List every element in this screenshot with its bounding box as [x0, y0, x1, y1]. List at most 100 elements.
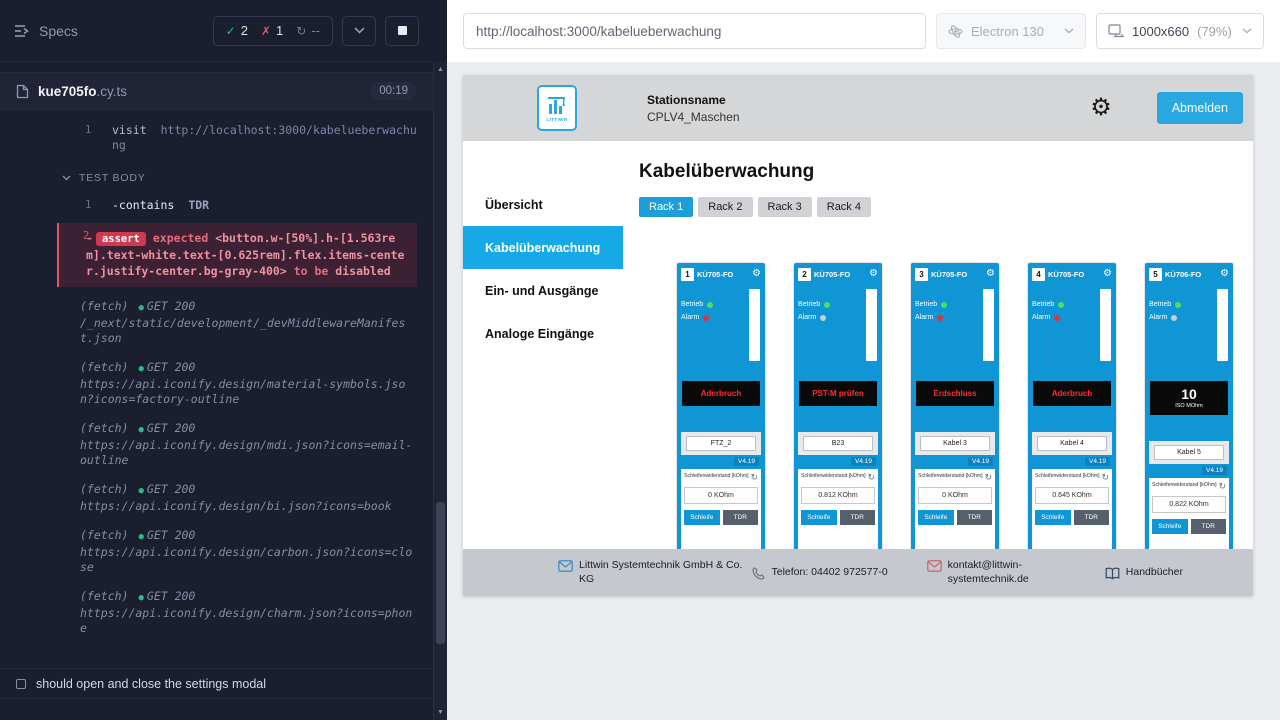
device-model: KÜ705-FO — [697, 270, 733, 279]
device-cards: 1KÜ705-FO⚙ Betrieb Alarm Aderbruch FTZ_2 — [677, 263, 1253, 593]
device-model: KÜ705-FO — [814, 270, 850, 279]
tdr-button[interactable]: TDR — [1191, 519, 1227, 534]
tdr-button[interactable]: TDR — [723, 510, 759, 525]
device-gear-icon[interactable]: ⚙ — [986, 269, 995, 279]
specs-toggle[interactable]: Specs — [14, 23, 78, 39]
tab-rack-2[interactable]: Rack 2 — [698, 197, 752, 217]
refresh-icon[interactable]: ↻ — [1101, 473, 1109, 482]
app-footer: Littwin Systemtechnik GmbH & Co. KG Tele… — [463, 549, 1253, 596]
spec-header[interactable]: kue705fo.cy.ts 00:19 — [0, 72, 433, 110]
tab-rack-1[interactable]: Rack 1 — [639, 197, 693, 217]
device-status: Erdschluss — [916, 381, 994, 406]
refresh-icon[interactable]: ↻ — [867, 473, 875, 482]
alarm-led — [1054, 315, 1060, 321]
next-test-row[interactable]: should open and close the settings modal — [0, 668, 433, 699]
email-icon — [927, 560, 942, 572]
rack-tabs: Rack 1 Rack 2 Rack 3 Rack 4 — [639, 197, 1253, 217]
cable-name-field[interactable]: Kabel 5 — [1154, 445, 1224, 460]
station-value: CPLV4_Maschen — [647, 110, 740, 124]
level-indicator — [1100, 289, 1111, 361]
cable-name-field[interactable]: Kabel 4 — [1037, 436, 1107, 451]
scrollbar-thumb[interactable] — [436, 502, 445, 644]
sidebar-item-ein-ausgaenge[interactable]: Ein- und Ausgänge — [463, 269, 623, 312]
logout-button[interactable]: Abmelden — [1157, 92, 1243, 124]
collapse-button[interactable] — [342, 16, 376, 46]
device-number: 4 — [1032, 268, 1045, 281]
cypress-reporter: Specs ✓2 ✗1 ↻-- kue705fo.cy.ts 00:19 1 — [0, 0, 447, 720]
scroll-up-icon[interactable]: ▲ — [434, 66, 447, 73]
spec-file-icon — [16, 84, 29, 99]
device-gear-icon[interactable]: ⚙ — [1103, 269, 1112, 279]
test-stats[interactable]: ✓2 ✗1 ↻-- — [213, 16, 333, 46]
viewport-icon — [1108, 24, 1124, 38]
crane-icon — [546, 94, 568, 116]
tab-rack-3[interactable]: Rack 3 — [758, 197, 812, 217]
littwin-logo: LITTWIN — [537, 85, 577, 131]
device-status: 10 ISO MOhm — [1150, 381, 1228, 415]
stop-button[interactable] — [385, 16, 419, 46]
cable-name-field[interactable]: FTZ_2 — [686, 436, 756, 451]
reporter-scrollbar[interactable]: ▲ ▼ — [433, 62, 447, 720]
loop-label: Schleifenwiderstand [kOhm] — [684, 473, 749, 479]
alarm-label: Alarm — [681, 314, 699, 321]
viewport-select[interactable]: 1000x660 (79%) — [1096, 13, 1264, 49]
failed-assert[interactable]: 2 -assertexpected <button.w-[50%].h-[1.5… — [57, 223, 417, 287]
schleife-button[interactable]: Schleife — [801, 510, 837, 525]
device-number: 1 — [681, 268, 694, 281]
fetch-url: https://api.iconify.design/carbon.json?i… — [80, 545, 412, 574]
device-gear-icon[interactable]: ⚙ — [1220, 269, 1229, 279]
loop-label: Schleifenwiderstand [kOhm] — [801, 473, 866, 479]
loop-value: 0 KOhm — [684, 487, 758, 504]
cable-name-field[interactable]: Kabel 3 — [920, 436, 990, 451]
sidebar-item-uebersicht[interactable]: Übersicht — [463, 183, 623, 226]
command-contains[interactable]: 1 -containsTDR — [0, 193, 433, 218]
refresh-icon[interactable]: ↻ — [984, 473, 992, 482]
schleife-button[interactable]: Schleife — [1152, 519, 1188, 534]
assert-badge: assert — [96, 232, 146, 246]
sidebar-item-kabelueberwachung[interactable]: Kabelüberwachung — [463, 226, 623, 269]
chevron-down-icon — [1242, 28, 1252, 34]
schleife-button[interactable]: Schleife — [918, 510, 954, 525]
level-indicator — [749, 289, 760, 361]
refresh-icon: ↻ — [296, 24, 306, 38]
loop-label: Schleifenwiderstand [kOhm] — [918, 473, 983, 479]
tab-rack-4[interactable]: Rack 4 — [817, 197, 871, 217]
footer-company: Littwin Systemtechnik GmbH & Co. KG — [558, 559, 752, 586]
test-body-section[interactable]: TEST BODY — [0, 158, 433, 193]
device-gear-icon[interactable]: ⚙ — [869, 269, 878, 279]
iso-value: 10 — [1181, 387, 1197, 401]
refresh-icon[interactable]: ↻ — [1218, 482, 1226, 491]
command-name: visit — [112, 123, 147, 137]
scroll-down-icon[interactable]: ▼ — [434, 709, 447, 716]
stat-pending: ↻-- — [296, 23, 320, 38]
footer-manuals[interactable]: Handbücher — [1105, 566, 1183, 580]
fetch-log: (fetch)●GET 200https://api.iconify.desig… — [0, 480, 433, 526]
electron-icon — [948, 24, 963, 39]
device-gear-icon[interactable]: ⚙ — [752, 269, 761, 279]
browser-select[interactable]: Electron 130 — [936, 13, 1086, 49]
alarm-label: Alarm — [1149, 314, 1167, 321]
tdr-button[interactable]: TDR — [840, 510, 876, 525]
command-visit[interactable]: 1 visithttp://localhost:3000/kabelueberw… — [0, 118, 433, 158]
phone-icon — [752, 567, 765, 580]
refresh-icon[interactable]: ↻ — [750, 473, 758, 482]
schleife-button[interactable]: Schleife — [1035, 510, 1071, 525]
alarm-label: Alarm — [915, 314, 933, 321]
tdr-button[interactable]: TDR — [1074, 510, 1110, 525]
settings-gear-icon[interactable]: ⚙ — [1090, 96, 1112, 120]
assert-message: -assertexpected <button.w-[50%].h-[1.563… — [86, 230, 407, 279]
specs-label: Specs — [39, 23, 78, 39]
url-input[interactable] — [463, 13, 926, 49]
spec-timer: 00:19 — [370, 82, 417, 100]
device-status: Aderbruch — [682, 381, 760, 406]
stop-icon — [398, 26, 407, 35]
cable-name-field[interactable]: B23 — [803, 436, 873, 451]
command-log: 1 visithttp://localhost:3000/kabelueberw… — [0, 110, 433, 648]
firmware-version: V4.19 — [851, 457, 876, 466]
schleife-button[interactable]: Schleife — [684, 510, 720, 525]
tdr-button[interactable]: TDR — [957, 510, 993, 525]
iso-unit: ISO MOhm — [1175, 403, 1203, 409]
sidebar-item-analoge-eingaenge[interactable]: Analoge Eingänge — [463, 312, 623, 355]
alarm-led — [1171, 315, 1177, 321]
firmware-version: V4.19 — [968, 457, 993, 466]
